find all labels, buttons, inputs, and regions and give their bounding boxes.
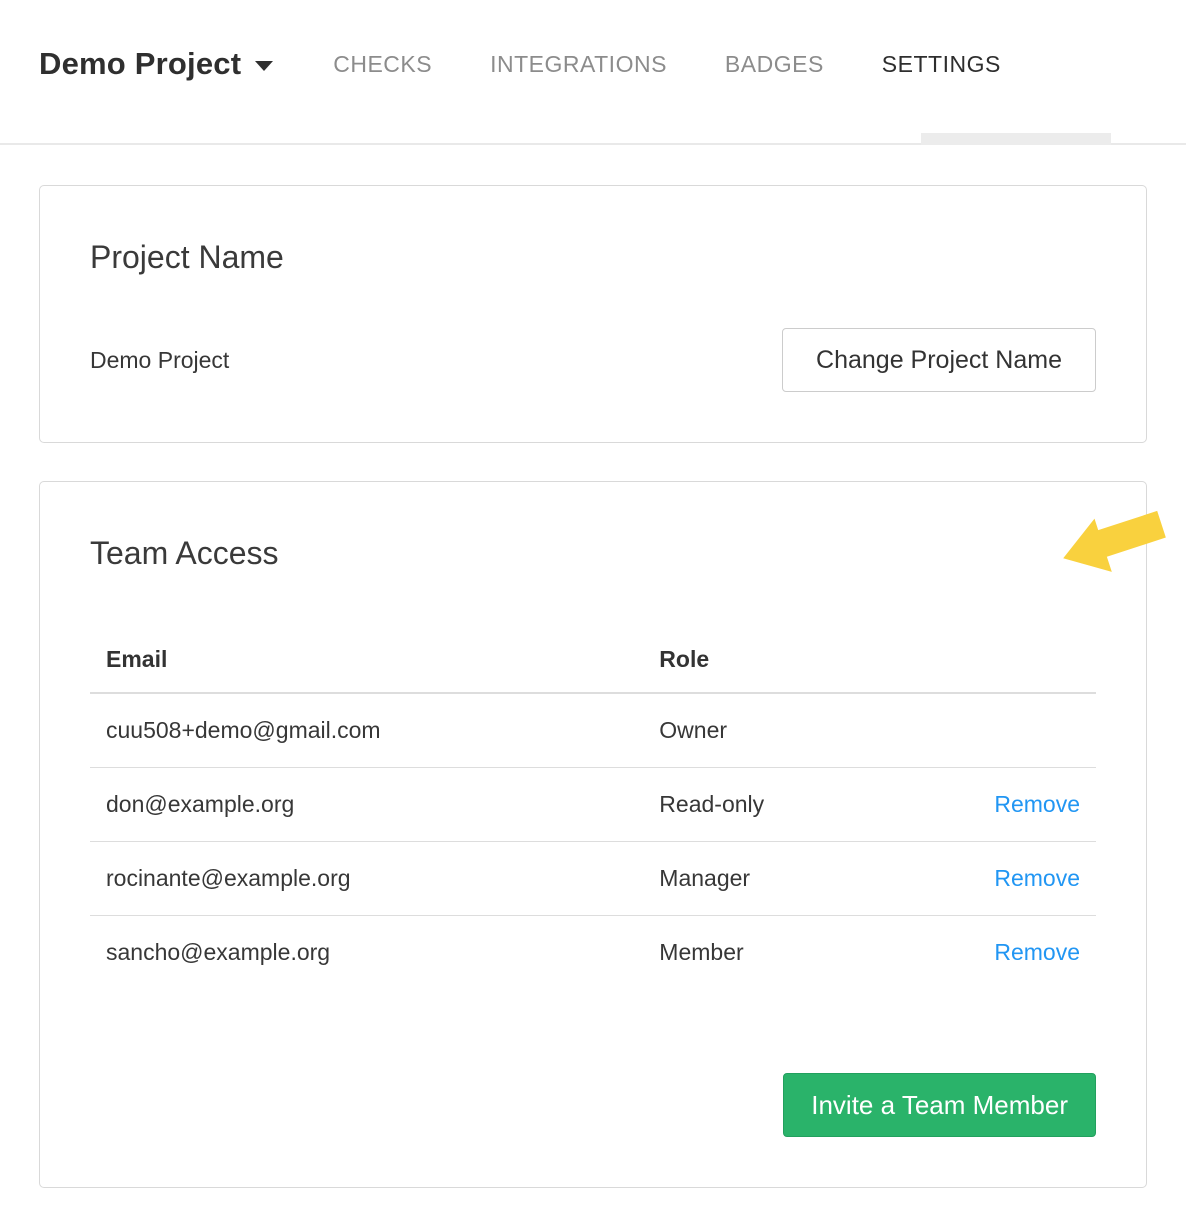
column-header-email: Email <box>90 630 643 693</box>
member-email: cuu508+demo@gmail.com <box>90 693 643 768</box>
member-email: don@example.org <box>90 768 643 842</box>
tab-badges[interactable]: BADGES <box>725 51 824 78</box>
team-members-table: Email Role cuu508+demo@gmail.com Owner d… <box>90 630 1096 989</box>
current-project-name: Demo Project <box>90 347 229 374</box>
team-access-card: Team Access Email Role cuu508+demo@gmail… <box>39 481 1147 1188</box>
table-row: cuu508+demo@gmail.com Owner <box>90 693 1096 768</box>
member-role: Owner <box>643 693 945 768</box>
column-header-role: Role <box>643 630 945 693</box>
member-email: sancho@example.org <box>90 916 643 990</box>
remove-member-link[interactable]: Remove <box>994 939 1080 965</box>
table-row: don@example.org Read-only Remove <box>90 768 1096 842</box>
invite-team-member-button[interactable]: Invite a Team Member <box>783 1073 1096 1137</box>
member-role: Read-only <box>643 768 945 842</box>
team-access-card-title: Team Access <box>90 532 1096 574</box>
settings-page: Project Name Demo Project Change Project… <box>0 185 1186 1188</box>
tab-integrations[interactable]: INTEGRATIONS <box>490 51 667 78</box>
active-tab-indicator <box>921 133 1111 145</box>
tab-settings[interactable]: SETTINGS <box>882 51 1001 78</box>
table-row: sancho@example.org Member Remove <box>90 916 1096 990</box>
member-action-cell <box>945 693 1096 768</box>
member-action-cell: Remove <box>945 916 1096 990</box>
project-title: Demo Project <box>39 46 241 82</box>
column-header-action <box>945 630 1096 693</box>
project-menu-button[interactable]: Demo Project <box>39 46 273 82</box>
project-name-card-title: Project Name <box>90 236 1096 278</box>
remove-member-link[interactable]: Remove <box>994 865 1080 891</box>
table-row: rocinante@example.org Manager Remove <box>90 842 1096 916</box>
top-nav: Demo Project CHECKS INTEGRATIONS BADGES … <box>0 0 1186 145</box>
tab-checks[interactable]: CHECKS <box>333 51 432 78</box>
table-header-row: Email Role <box>90 630 1096 693</box>
change-project-name-button[interactable]: Change Project Name <box>782 328 1096 392</box>
member-role: Manager <box>643 842 945 916</box>
member-action-cell: Remove <box>945 768 1096 842</box>
chevron-down-icon <box>255 61 273 71</box>
member-email: rocinante@example.org <box>90 842 643 916</box>
member-action-cell: Remove <box>945 842 1096 916</box>
project-name-card: Project Name Demo Project Change Project… <box>39 185 1147 443</box>
remove-member-link[interactable]: Remove <box>994 791 1080 817</box>
main-nav: CHECKS INTEGRATIONS BADGES SETTINGS <box>333 51 1001 78</box>
member-role: Member <box>643 916 945 990</box>
